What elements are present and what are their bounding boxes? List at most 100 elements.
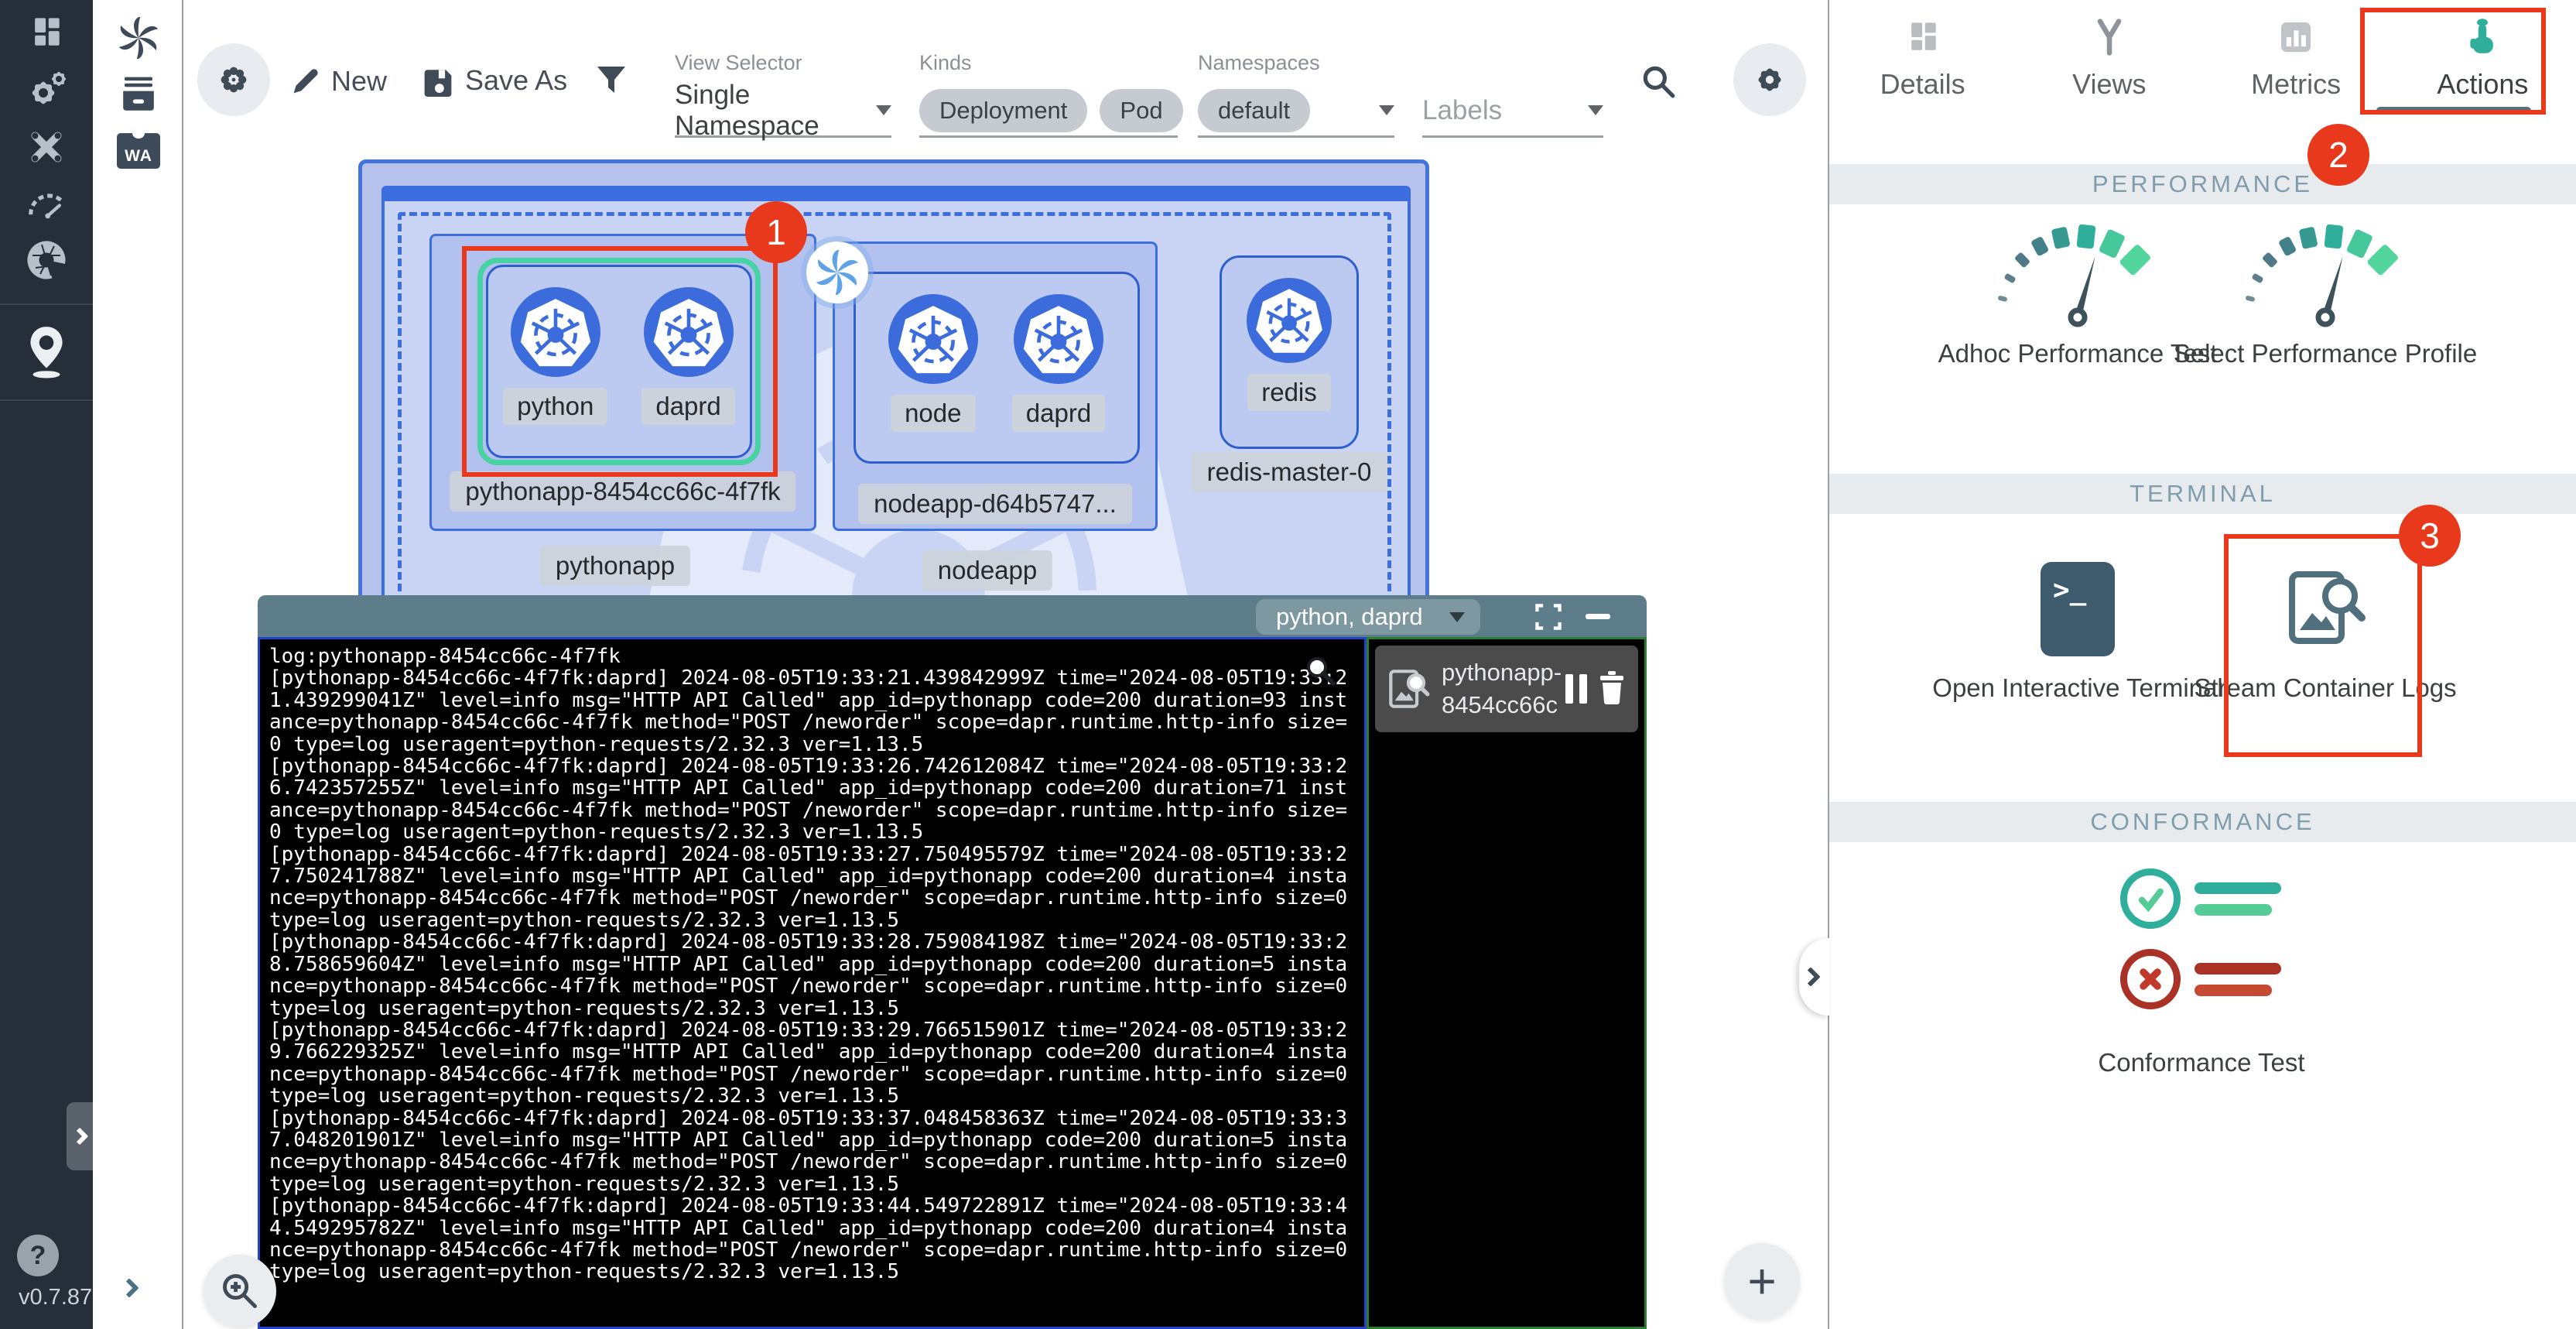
canvas-menu-button[interactable] [197, 43, 270, 116]
kinds-filter: Kinds Deployment Pod [919, 51, 1178, 138]
bar-chart-icon [2276, 17, 2316, 57]
stream-title-line2: 8454cc66c [1442, 691, 1558, 718]
select-profile-label[interactable]: Select Performance Profile [2163, 334, 2488, 373]
terminal-panel: python, daprd log:pythonapp-8454cc66c-4f… [258, 595, 1647, 1329]
namespace-chip-default[interactable]: default [1198, 89, 1310, 132]
annotation-badge-3: 3 [2399, 505, 2461, 567]
annotation-box-3 [2224, 534, 2422, 757]
save-floppy-icon [422, 64, 454, 97]
trash-icon[interactable] [1596, 670, 1627, 709]
tools-icon[interactable] [26, 127, 67, 171]
panel-collapse-button[interactable] [1799, 938, 1829, 1016]
gauge-icon [1993, 223, 2163, 327]
add-button[interactable]: + [1724, 1243, 1800, 1319]
namespaces-label: Namespaces [1198, 51, 1394, 90]
tab-label: Details [1880, 68, 1965, 101]
view-selector: View Selector Single Namespace [675, 51, 891, 138]
terminal-header[interactable]: python, daprd [258, 595, 1647, 637]
pencil-icon [288, 65, 320, 98]
kind-chip-pod[interactable]: Pod [1100, 89, 1182, 132]
log-search-icon[interactable] [1304, 654, 1338, 692]
annotation-badge-2: 2 [2307, 124, 2369, 186]
gauge-icon[interactable] [25, 186, 68, 224]
webassembly-icon[interactable]: WA [117, 133, 160, 169]
node-header-bar [385, 189, 1408, 201]
deployment-pythonapp[interactable]: python daprd pythonapp-8454cc66c-4f7fk [429, 234, 816, 531]
log-entry: [pythonapp-8454cc66c-4f7fk:daprd] 2024-0… [269, 667, 1355, 755]
deployment-label-pythonapp: pythonapp [540, 546, 690, 586]
view-selector-value: Single Namespace [675, 80, 864, 142]
annotation-box-2 [2360, 8, 2546, 115]
help-button[interactable]: ? [17, 1235, 59, 1276]
help-glyph: ? [30, 1241, 46, 1271]
conformance-test-button[interactable] [2120, 868, 2281, 1009]
pod-name-label: pythonapp-8454cc66c-4f7fk [450, 471, 795, 512]
view-selector-dropdown[interactable]: Single Namespace [675, 90, 891, 138]
dashboard-icon[interactable] [26, 12, 67, 57]
check-circle-icon [2120, 868, 2181, 929]
kind-chip-deployment[interactable]: Deployment [919, 89, 1087, 132]
stream-card[interactable]: pythonapp- 8454cc66c [1375, 646, 1638, 732]
container-daprd[interactable]: daprd [1012, 294, 1105, 461]
log-entry: [pythonapp-8454cc66c-4f7fk:daprd] 2024-0… [269, 1195, 1355, 1283]
pod-redis[interactable]: redis [1220, 255, 1359, 449]
plugin-rail: WA [93, 0, 183, 1329]
pod-nodeapp[interactable]: node daprd [854, 272, 1140, 464]
sidebar-expand-button[interactable] [67, 1102, 93, 1170]
section-header-performance: PERFORMANCE [1829, 164, 2576, 204]
container-select-dropdown[interactable]: python, daprd [1256, 599, 1480, 635]
log-entry: [pythonapp-8454cc66c-4f7fk:daprd] 2024-0… [269, 755, 1355, 844]
dapr-pinwheel-icon[interactable] [118, 17, 159, 63]
save-as-button[interactable]: Save As [422, 64, 567, 97]
chevron-right-icon [1801, 967, 1820, 986]
adhoc-performance-button[interactable] [1993, 223, 2163, 331]
fail-lines-icon [2195, 963, 2281, 996]
tab-views[interactable]: Views [2016, 0, 2202, 124]
conformance-fail-row [2120, 949, 2281, 1009]
mesh-pie-icon[interactable] [25, 238, 68, 286]
pass-lines-icon [2195, 882, 2281, 916]
left-sidebar: ? v0.7.87 [0, 0, 93, 1329]
new-button[interactable]: New [288, 65, 387, 98]
badge-number: 1 [766, 211, 786, 253]
terminal-prompt-icon: >_ [2053, 574, 2086, 606]
log-title: log:pythonapp-8454cc66c-4f7fk [269, 646, 1355, 667]
labels-dropdown[interactable]: Labels [1422, 90, 1603, 138]
caret-down-icon [1588, 105, 1603, 115]
open-terminal-button[interactable]: >_ [2041, 562, 2115, 656]
container-redis[interactable]: redis [1247, 278, 1332, 447]
conformance-pass-row [2120, 868, 2281, 929]
annotation-box-1 [462, 246, 778, 477]
select-profile-button[interactable] [2240, 223, 2410, 331]
container-label: redis [1247, 374, 1331, 411]
kubernetes-container-icon [1014, 294, 1103, 384]
pause-icon[interactable] [1565, 674, 1587, 704]
zoom-in-button[interactable] [204, 1255, 276, 1327]
minimize-icon[interactable] [1586, 614, 1610, 619]
gears-icon[interactable] [25, 68, 68, 112]
deployment-nodeapp[interactable]: node daprd nodeapp-d64b5747... [833, 241, 1158, 531]
search-icon[interactable] [1639, 62, 1678, 104]
namespaces-dropdown[interactable]: default [1198, 90, 1394, 138]
settings-button[interactable] [1733, 43, 1806, 116]
inbox-archive-icon[interactable] [118, 74, 159, 120]
labels-spacer [1422, 51, 1603, 90]
save-as-label: Save As [465, 64, 567, 97]
location-pin-icon[interactable] [24, 324, 69, 383]
filter-funnel-icon[interactable] [593, 62, 630, 103]
kinds-dropdown[interactable]: Deployment Pod [919, 90, 1178, 138]
annotation-badge-1: 1 [745, 201, 807, 263]
container-select-value: python, daprd [1276, 603, 1423, 631]
magnifier-plus-icon [220, 1271, 260, 1311]
rail-expand-button[interactable] [122, 1281, 136, 1299]
pod-name-label: nodeapp-d64b5747... [858, 484, 1132, 524]
badge-number: 3 [2420, 515, 2440, 557]
sidebar-divider [0, 399, 93, 401]
fullscreen-icon[interactable] [1534, 603, 1562, 635]
container-node[interactable]: node [888, 294, 978, 461]
caret-down-icon [876, 105, 891, 115]
tab-details[interactable]: Details [1829, 0, 2016, 124]
container-label: node [891, 395, 975, 432]
conformance-test-label[interactable]: Conformance Test [2039, 1043, 2364, 1082]
chevron-right-icon [71, 1128, 89, 1146]
